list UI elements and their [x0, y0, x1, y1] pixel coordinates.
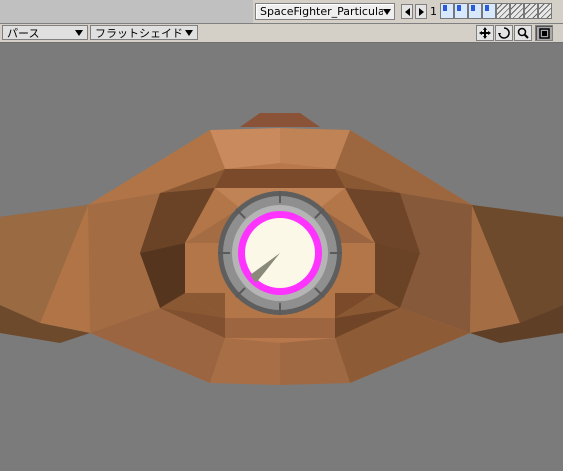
zoom-view-icon: [517, 27, 529, 39]
shading-dropdown[interactable]: フラットシェイド: [90, 25, 198, 40]
maximize-view-button[interactable]: [535, 25, 553, 41]
3d-viewport[interactable]: [0, 43, 563, 468]
layer-slot-5[interactable]: [496, 3, 510, 19]
current-object-dropdown[interactable]: SpaceFighter_Particular: [255, 3, 395, 20]
spaceship-render: [0, 43, 563, 468]
layer-slots: [440, 3, 552, 19]
layer-slot-3[interactable]: [468, 3, 482, 19]
chevron-down-icon: [185, 29, 193, 36]
projection-label: パース: [7, 26, 40, 40]
next-button[interactable]: [415, 4, 427, 19]
chevron-down-icon: [383, 8, 391, 15]
frame-number: 1: [430, 5, 437, 18]
chevron-down-icon: [75, 29, 83, 36]
current-object-name: SpaceFighter_Particular: [260, 5, 383, 18]
layer-slot-7[interactable]: [524, 3, 538, 19]
toolbar-empty-area: [0, 0, 253, 23]
layer-slot-6[interactable]: [510, 3, 524, 19]
arrow-left-icon: [404, 7, 410, 16]
zoom-view-button[interactable]: [514, 25, 532, 41]
move-view-button[interactable]: [476, 25, 494, 41]
projection-dropdown[interactable]: パース: [2, 25, 88, 40]
layer-slot-1[interactable]: [440, 3, 454, 19]
maximize-view-icon: [538, 27, 550, 39]
layer-slot-8[interactable]: [538, 3, 552, 19]
previous-button[interactable]: [401, 4, 413, 19]
top-toolbar: SpaceFighter_Particular 1: [0, 0, 563, 24]
move-view-icon: [479, 27, 491, 39]
arrow-right-icon: [418, 7, 424, 16]
layer-slot-4[interactable]: [482, 3, 496, 19]
rotate-view-icon: [498, 27, 510, 39]
viewport-header: パース フラットシェイド: [0, 24, 563, 43]
rotate-view-button[interactable]: [495, 25, 513, 41]
layer-slot-2[interactable]: [454, 3, 468, 19]
shading-label: フラットシェイド: [95, 26, 183, 40]
